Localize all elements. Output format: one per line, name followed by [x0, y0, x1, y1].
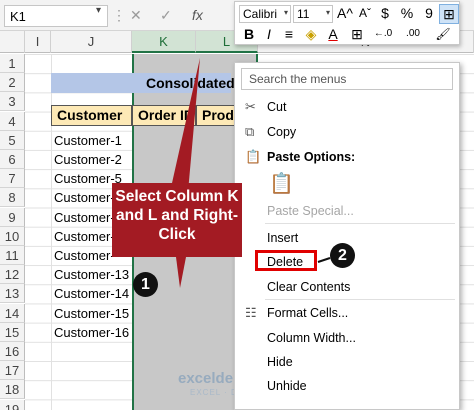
- instruction-callout: Select Column K and L and Right-Click: [112, 183, 242, 257]
- callout-tail: [176, 257, 186, 288]
- step-1-badge: 1: [133, 272, 158, 297]
- callout-arrow-up: [170, 58, 200, 192]
- step-2-badge: 2: [330, 243, 355, 268]
- step2-pointer: [317, 257, 331, 263]
